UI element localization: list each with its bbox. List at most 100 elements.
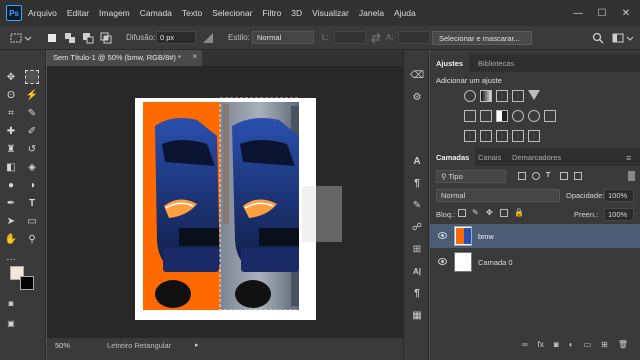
mask-icon[interactable]: ◙ bbox=[554, 340, 559, 349]
quick-mask-icon[interactable]: ◙ bbox=[4, 296, 18, 310]
path-selection-tool-icon[interactable]: ➤ bbox=[4, 214, 18, 228]
menu-editar[interactable]: Editar bbox=[67, 8, 89, 18]
lock-transparency-icon[interactable] bbox=[458, 209, 466, 217]
tab-ajustes[interactable]: Ajustes bbox=[430, 54, 470, 72]
brush-settings-icon[interactable]: ✎ bbox=[410, 198, 424, 212]
lasso-tool-icon[interactable]: ʘ bbox=[4, 88, 18, 102]
link-icon[interactable]: ∞ bbox=[522, 340, 528, 349]
eraser-tool-icon[interactable]: ◧ bbox=[4, 160, 18, 174]
history-brush-tool-icon[interactable]: ↺ bbox=[25, 142, 39, 156]
layer-row-camada-0[interactable]: Camada 0 bbox=[430, 250, 640, 274]
status-arrow-icon[interactable]: ▸ bbox=[195, 341, 199, 349]
healing-brush-tool-icon[interactable]: ✚ bbox=[4, 124, 18, 138]
background-color-swatch[interactable] bbox=[20, 276, 34, 290]
tab-camadas[interactable]: Camadas bbox=[430, 148, 476, 166]
filter-shape-icon[interactable] bbox=[560, 172, 568, 180]
pen-tool-icon[interactable]: ✒ bbox=[4, 196, 18, 210]
style-select[interactable]: Normal bbox=[252, 31, 314, 44]
feather-input[interactable]: 0 px bbox=[156, 31, 196, 44]
filter-smart-icon[interactable] bbox=[574, 172, 582, 180]
new-selection-icon[interactable] bbox=[46, 32, 58, 44]
maximize-button[interactable]: ☐ bbox=[590, 0, 614, 26]
invert-icon[interactable] bbox=[464, 130, 476, 142]
tab-demarcadores[interactable]: Demarcadores bbox=[506, 148, 567, 166]
tab-canais[interactable]: Canais bbox=[472, 148, 507, 166]
dodge-tool-icon[interactable]: ◑ bbox=[25, 178, 39, 192]
trash-icon[interactable]: 🗑 bbox=[618, 340, 628, 349]
menu-arquivo[interactable]: Arquivo bbox=[28, 8, 57, 18]
more-tools-icon[interactable]: … bbox=[4, 250, 18, 264]
width-input[interactable] bbox=[334, 31, 366, 44]
anti-alias-icon[interactable] bbox=[202, 32, 214, 44]
fx-icon[interactable]: fx bbox=[538, 340, 544, 349]
zoom-tool-icon[interactable]: ⚲ bbox=[25, 232, 39, 246]
minimize-button[interactable]: — bbox=[566, 0, 590, 26]
search-icon[interactable] bbox=[592, 32, 604, 44]
subtract-selection-icon[interactable] bbox=[82, 32, 94, 44]
magic-wand-tool-icon[interactable]: ⚡ bbox=[25, 88, 39, 102]
channel-mixer-icon[interactable] bbox=[528, 110, 540, 122]
workspace-icon[interactable] bbox=[612, 32, 624, 44]
lock-all-icon[interactable]: 🔒 bbox=[514, 209, 524, 217]
lock-position-icon[interactable]: ✥ bbox=[486, 209, 494, 217]
selective-color-icon[interactable] bbox=[528, 130, 540, 142]
menu-visualizar[interactable]: Visualizar bbox=[312, 8, 349, 18]
layer-name[interactable]: Camada 0 bbox=[478, 258, 513, 267]
chevron-down-icon[interactable] bbox=[626, 32, 634, 44]
menu-filtro[interactable]: Filtro bbox=[262, 8, 281, 18]
hue-saturation-icon[interactable] bbox=[464, 110, 476, 122]
layer-filter-kind[interactable]: ⚲ Tipo bbox=[436, 170, 506, 183]
hand-tool-icon[interactable]: ✋ bbox=[4, 232, 18, 246]
menu-selecionar[interactable]: Selecionar bbox=[212, 8, 252, 18]
gradient-map-icon[interactable] bbox=[512, 130, 524, 142]
timeline-icon[interactable]: ▦ bbox=[410, 308, 424, 322]
swap-icon[interactable] bbox=[370, 32, 382, 44]
lock-pixels-icon[interactable]: ✎ bbox=[472, 209, 480, 217]
layer-name[interactable]: bmw bbox=[478, 232, 494, 241]
fill-input[interactable]: 100% bbox=[604, 208, 634, 221]
menu-3d[interactable]: 3D bbox=[291, 8, 302, 18]
brightness-icon[interactable] bbox=[464, 90, 476, 102]
chevron-down-icon[interactable] bbox=[24, 32, 32, 44]
paragraph-icon[interactable]: ¶ bbox=[410, 176, 424, 190]
panel-menu-icon[interactable]: ≡ bbox=[620, 148, 637, 166]
blend-mode-select[interactable]: Normal bbox=[436, 189, 560, 202]
new-layer-icon[interactable]: ⊞ bbox=[601, 340, 608, 349]
move-tool-icon[interactable]: ✥ bbox=[4, 70, 18, 84]
filter-adjustment-icon[interactable] bbox=[532, 172, 540, 180]
photo-filter-icon[interactable] bbox=[512, 110, 524, 122]
canvas-area[interactable] bbox=[47, 66, 403, 337]
threshold-icon[interactable] bbox=[496, 130, 508, 142]
filter-pixel-icon[interactable] bbox=[518, 172, 526, 180]
eye-icon[interactable] bbox=[438, 232, 447, 239]
menu-janela[interactable]: Janela bbox=[359, 8, 384, 18]
character-icon[interactable]: A bbox=[410, 154, 424, 168]
select-and-mask-button[interactable]: Selecionar e mascarar... bbox=[432, 31, 532, 45]
menu-texto[interactable]: Texto bbox=[182, 8, 202, 18]
type-tool-icon[interactable]: T bbox=[25, 196, 39, 210]
clone-source-icon[interactable]: ☍ bbox=[410, 220, 424, 234]
close-window-button[interactable]: ✕ bbox=[614, 0, 638, 26]
filter-toggle[interactable] bbox=[628, 171, 635, 181]
menu-camada[interactable]: Camada bbox=[140, 8, 172, 18]
canvas-document[interactable] bbox=[47, 66, 403, 337]
brush-tool-icon[interactable]: ✐ bbox=[25, 124, 39, 138]
height-input[interactable] bbox=[398, 31, 430, 44]
document-tab[interactable]: Sem Título-1 @ 50% (bmw, RGB/8#) * × bbox=[47, 50, 202, 66]
properties-icon[interactable]: ⚙ bbox=[410, 90, 424, 104]
curves-icon[interactable] bbox=[496, 90, 508, 102]
paint-bucket-tool-icon[interactable]: ◈ bbox=[25, 160, 39, 174]
eyedropper-tool-icon[interactable]: ✎ bbox=[25, 106, 39, 120]
menu-imagem[interactable]: Imagem bbox=[99, 8, 130, 18]
blur-tool-icon[interactable]: ● bbox=[4, 178, 18, 192]
photoshop-logo[interactable]: Ps bbox=[6, 5, 22, 21]
add-selection-icon[interactable] bbox=[64, 32, 76, 44]
screen-mode-icon[interactable]: ▣ bbox=[4, 316, 18, 330]
rectangle-tool-icon[interactable]: ▭ bbox=[25, 214, 39, 228]
vibrance-icon[interactable] bbox=[528, 90, 540, 100]
folder-icon[interactable]: ▭ bbox=[584, 340, 592, 349]
levels-icon[interactable] bbox=[480, 90, 492, 102]
layer-row-bmw[interactable]: bmw bbox=[430, 224, 640, 248]
intersect-selection-icon[interactable] bbox=[100, 32, 112, 44]
paragraph-styles-icon[interactable]: ¶ bbox=[410, 286, 424, 300]
